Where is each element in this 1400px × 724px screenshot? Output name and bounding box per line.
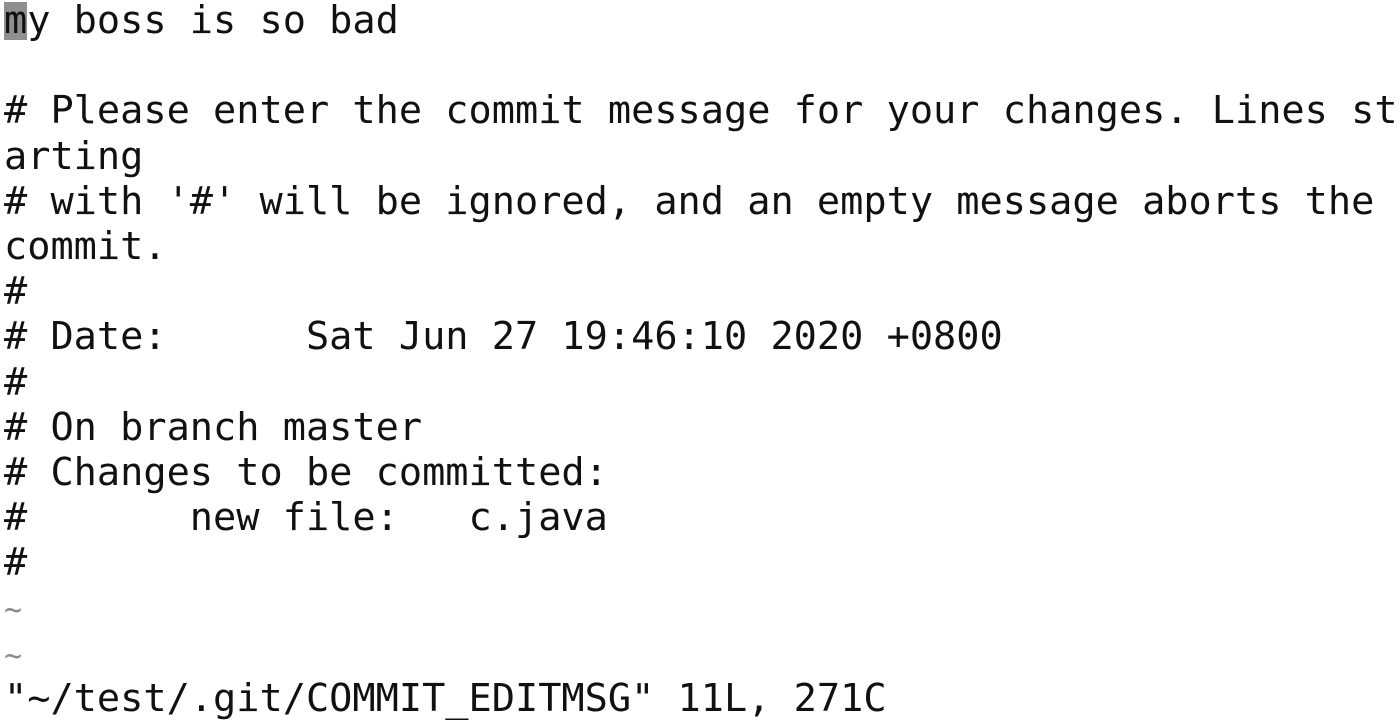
editor-line[interactable]: # [4,269,1400,314]
editor-line[interactable]: # [4,360,1400,405]
editor-line[interactable]: # Date: Sat Jun 27 19:46:10 2020 +0800 [4,314,1400,359]
empty-line-marker: ~ [4,593,23,629]
editor-line[interactable]: # Changes to be committed: [4,450,1400,495]
editor-line[interactable]: # [4,540,1400,585]
editor-line[interactable]: # Please enter the commit message for yo… [4,88,1400,133]
editor-line[interactable]: commit. [4,224,1400,269]
editor-line[interactable]: # On branch master [4,405,1400,450]
editor-line[interactable]: arting [4,134,1400,179]
empty-line-marker: ~ [4,638,23,674]
editor-line[interactable]: my boss is so bad [4,0,1400,43]
vim-editor[interactable]: my boss is so bad # Please enter the com… [4,0,1400,721]
editor-line[interactable] [4,43,1400,88]
editor-line[interactable]: # new file: c.java [4,495,1400,540]
editor-line[interactable]: # with '#' will be ignored, and an empty… [4,179,1400,224]
status-line: "~/test/.git/COMMIT_EDITMSG" 11L, 271C [4,675,887,721]
